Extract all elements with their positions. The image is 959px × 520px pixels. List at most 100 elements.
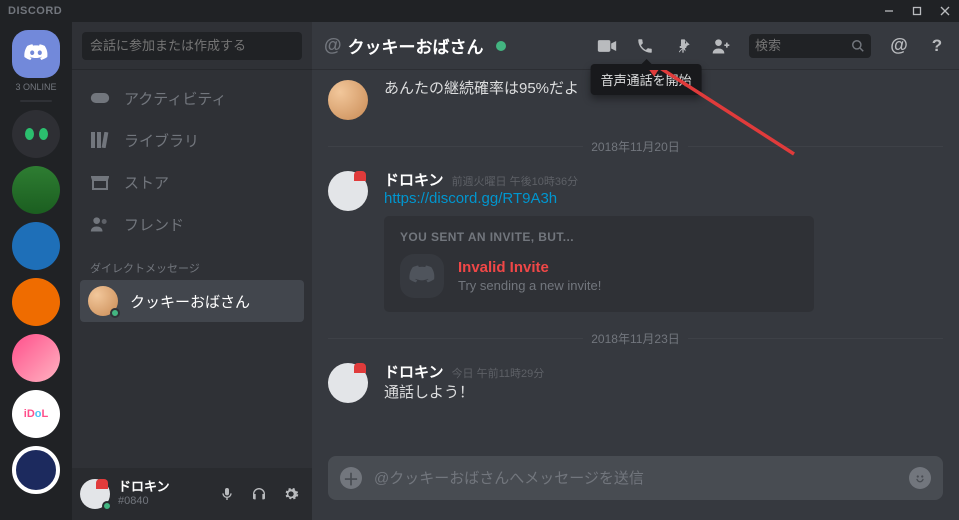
gamepad-icon: [90, 91, 110, 105]
dm-item[interactable]: クッキーおばさん: [80, 280, 304, 322]
date-divider: 2018年11月20日: [328, 138, 943, 155]
title-bar: DISCORD: [0, 0, 959, 22]
pinned-messages-button[interactable]: [673, 36, 693, 56]
dm-item-name: クッキーおばさん: [130, 291, 250, 312]
status-online-icon: [496, 41, 506, 51]
search-input[interactable]: [755, 38, 845, 53]
home-button[interactable]: [12, 30, 60, 78]
library-icon: [90, 132, 110, 148]
video-icon: [597, 39, 617, 53]
message-timestamp: 今日 午前11時29分: [452, 365, 545, 381]
date-label: 2018年11月20日: [591, 138, 680, 155]
invite-card-title: YOU SENT AN INVITE, BUT...: [400, 230, 798, 244]
message-text: あんたの継続確率は95%だよ: [384, 78, 943, 99]
nav-label: フレンド: [124, 214, 184, 235]
self-username: ドロキン: [118, 480, 206, 495]
search-box[interactable]: [749, 34, 871, 58]
window-minimize-button[interactable]: [875, 0, 903, 22]
server-item[interactable]: [12, 446, 60, 494]
server-item[interactable]: [12, 334, 60, 382]
avatar: [328, 80, 368, 120]
user-settings-button[interactable]: [278, 481, 304, 507]
self-tag: #0840: [118, 495, 206, 508]
add-friend-icon: [711, 38, 731, 54]
friends-icon: [90, 216, 110, 232]
search-icon: [851, 39, 865, 53]
mute-button[interactable]: [214, 481, 240, 507]
status-online-icon: [110, 308, 120, 318]
window-controls: [875, 0, 959, 22]
message-author: ドロキン: [384, 361, 444, 382]
avatar: [88, 286, 118, 316]
start-voice-call-button[interactable]: 音声通話を開始: [635, 36, 655, 56]
emoji-picker-button[interactable]: [909, 467, 931, 489]
chat-input[interactable]: ＋: [328, 456, 943, 500]
gear-icon: [283, 486, 299, 502]
nav-label: アクティビティ: [124, 88, 226, 109]
microphone-icon: [219, 486, 235, 502]
window-maximize-button[interactable]: [903, 0, 931, 22]
avatar: [328, 363, 368, 403]
nav-library[interactable]: ライブラリ: [80, 120, 304, 160]
chat-input-area: ＋: [312, 456, 959, 520]
server-item[interactable]: [12, 222, 60, 270]
chat-title: クッキーおばさん: [348, 33, 484, 58]
start-video-call-button[interactable]: [597, 36, 617, 56]
at-icon: @: [324, 35, 342, 56]
brand-label: DISCORD: [8, 5, 62, 17]
avatar: [328, 171, 368, 211]
server-item[interactable]: [12, 110, 60, 158]
message-author: ドロキン: [384, 169, 444, 190]
plus-icon: ＋: [343, 466, 359, 490]
dm-sidebar: アクティビティ ライブラリ ストア フレンド ダイレクトメッセージ: [72, 22, 312, 520]
message: ドロキン 今日 午前11時29分 通話しよう！: [312, 357, 959, 411]
headphones-icon: [251, 486, 267, 502]
sidebar-nav: アクティビティ ライブラリ ストア フレンド: [72, 70, 312, 244]
server-item[interactable]: iDoL: [12, 390, 60, 438]
at-icon: @: [890, 35, 908, 56]
server-list: 3 ONLINE iDoL: [0, 22, 72, 520]
chat-header: @ クッキーおばさん 音声通話を開始 @: [312, 22, 959, 70]
attach-button[interactable]: ＋: [340, 467, 362, 489]
phone-icon: [636, 37, 654, 55]
emoji-icon: [911, 469, 929, 487]
invite-card: YOU SENT AN INVITE, BUT... Invalid Invit…: [384, 216, 814, 312]
message-link[interactable]: https://discord.gg/RT9A3h: [384, 190, 557, 207]
message-text: 通話しよう！: [384, 382, 943, 403]
nav-activity[interactable]: アクティビティ: [80, 78, 304, 118]
server-separator: [20, 100, 52, 102]
quick-switcher-input[interactable]: [82, 32, 302, 60]
pin-icon: [675, 37, 691, 55]
nav-label: ライブラリ: [124, 130, 199, 151]
server-item[interactable]: [12, 166, 60, 214]
date-divider: 2018年11月23日: [328, 330, 943, 347]
quick-switcher: [72, 22, 312, 70]
discord-logo-icon: [23, 41, 49, 67]
nav-label: ストア: [124, 172, 169, 193]
message-list[interactable]: あんたの継続確率は95%だよ 2018年11月20日 ドロキン 前週火曜日 午後…: [312, 70, 959, 456]
nav-store[interactable]: ストア: [80, 162, 304, 202]
self-user-info: ドロキン #0840: [118, 480, 206, 508]
invite-status: Invalid Invite: [458, 259, 601, 276]
message-input[interactable]: [374, 470, 897, 487]
invite-placeholder-icon: [400, 254, 444, 298]
date-label: 2018年11月23日: [591, 330, 680, 347]
nav-friends[interactable]: フレンド: [80, 204, 304, 244]
message: ドロキン 前週火曜日 午後10時36分 https://discord.gg/R…: [312, 165, 959, 320]
add-friend-button[interactable]: [711, 36, 731, 56]
store-icon: [90, 174, 110, 190]
chat-area: @ クッキーおばさん 音声通話を開始 @: [312, 22, 959, 520]
online-count-label: 3 ONLINE: [15, 82, 56, 92]
deafen-button[interactable]: [246, 481, 272, 507]
message: あんたの継続確率は95%だよ: [312, 74, 959, 128]
window-close-button[interactable]: [931, 0, 959, 22]
server-item[interactable]: [12, 278, 60, 326]
help-button[interactable]: ?: [927, 36, 947, 56]
status-online-icon: [102, 501, 112, 511]
self-avatar[interactable]: [80, 479, 110, 509]
help-icon: ?: [932, 36, 942, 56]
message-timestamp: 前週火曜日 午後10時36分: [452, 173, 579, 189]
user-panel: ドロキン #0840: [72, 468, 312, 520]
mentions-button[interactable]: @: [889, 36, 909, 56]
dm-list: クッキーおばさん: [72, 280, 312, 322]
